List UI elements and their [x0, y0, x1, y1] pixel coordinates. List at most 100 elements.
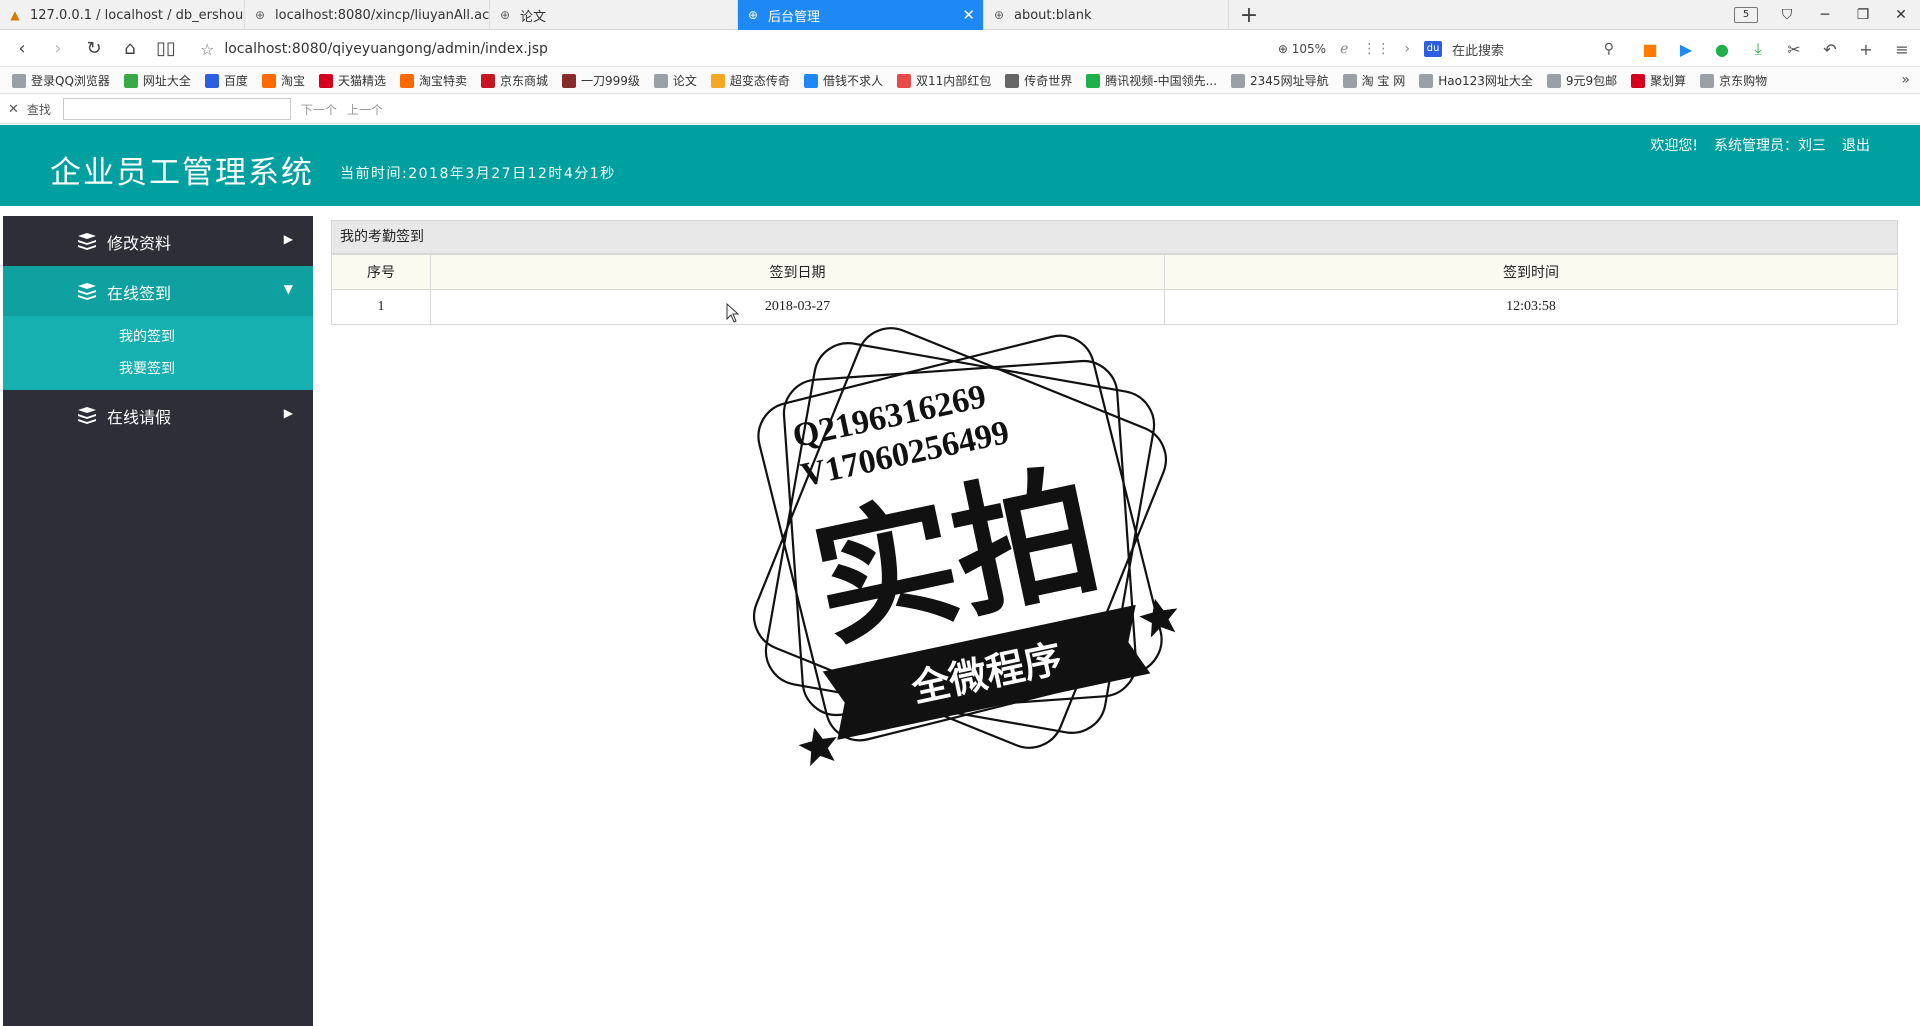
undo-icon[interactable]: ↶	[1812, 40, 1848, 59]
chevron-right-icon[interactable]: ›	[1404, 41, 1410, 57]
sidebar-item-label: 在线请假	[107, 408, 172, 427]
stack-icon	[78, 407, 96, 424]
apps-icon[interactable]: ⋮⋮	[1362, 41, 1390, 57]
skin-icon[interactable]: ⛉	[1768, 7, 1806, 23]
sidebar-item-online-leave[interactable]: 在线请假 ▶	[3, 390, 313, 440]
baidu-icon[interactable]: du	[1424, 41, 1442, 57]
bookmark-item[interactable]: 论文	[653, 72, 697, 89]
bookmark-label: 淘宝特卖	[418, 74, 467, 88]
reader-icon[interactable]: ▯▯	[148, 38, 184, 59]
close-icon[interactable]: ✕	[962, 6, 975, 24]
bookmark-item[interactable]: 9元9包邮	[1546, 72, 1617, 89]
bookmark-item[interactable]: 百度	[204, 72, 248, 89]
logout-link[interactable]: 退出	[1842, 135, 1870, 155]
current-user: 系统管理员：刘三	[1714, 138, 1826, 154]
zoom-level[interactable]: ⊕ 105%	[1278, 42, 1326, 56]
star-icon[interactable]: ☆	[200, 40, 214, 59]
bookmark-item[interactable]: 天猫精选	[318, 72, 386, 89]
bookmark-item[interactable]: 双11内部红包	[896, 72, 992, 89]
bookmark-icon	[399, 73, 414, 88]
bookmark-item[interactable]: 2345网址导航	[1231, 72, 1329, 89]
bookmark-item[interactable]: 借钱不求人	[803, 72, 883, 89]
column-header: 序号	[331, 254, 431, 290]
bookmark-item[interactable]: 淘宝特卖	[399, 72, 467, 89]
url-text[interactable]: localhost:8080/qiyeyuangong/admin/index.…	[224, 41, 548, 57]
play-icon[interactable]: ▶	[1668, 40, 1704, 59]
browser-tab-bar: ▲ 127.0.0.1 / localhost / db_ershouch ⊕ …	[0, 0, 1920, 30]
bookmark-item[interactable]: 传奇世界	[1005, 72, 1072, 89]
plus-icon[interactable]: +	[1848, 40, 1884, 59]
globe-icon: ⊕	[254, 8, 266, 22]
tab-count-badge[interactable]: 5	[1734, 7, 1758, 23]
search-placeholder: 在此搜索	[1452, 43, 1505, 59]
tab-liuyan[interactable]: ⊕ localhost:8080/xincp/liuyanAll.actio	[245, 0, 490, 30]
bookmark-icon	[261, 73, 276, 88]
bookmark-label: 京东商城	[499, 74, 548, 88]
tab-admin[interactable]: ⊕ 后台管理 ✕	[738, 0, 984, 30]
find-next-button[interactable]: 下一个	[301, 101, 337, 118]
search-box[interactable]: du 在此搜索 ⚲	[1424, 37, 1614, 61]
bookmark-item[interactable]: 淘 宝 网	[1342, 72, 1405, 89]
bookmark-item[interactable]: 超变态传奇	[710, 72, 790, 89]
column-header: 签到时间	[1164, 254, 1898, 290]
bookmark-item[interactable]: 登录QQ浏览器	[12, 72, 110, 89]
sidebar: 修改资料 ▶ 在线签到 ▼ 我的签到 我要签到 在线请假 ▶	[3, 216, 313, 1026]
forward-icon[interactable]: ›	[40, 38, 76, 59]
back-icon[interactable]: ‹	[4, 38, 40, 59]
bookmark-item[interactable]: 京东商城	[480, 72, 548, 89]
reload-icon[interactable]: ↻	[76, 38, 112, 59]
download-icon[interactable]: ⤓	[1740, 39, 1776, 59]
bookmark-item[interactable]: 一刀999级	[562, 72, 640, 89]
search-icon[interactable]: ⚲	[1604, 41, 1614, 57]
bookmark-label: 一刀999级	[581, 74, 640, 88]
bookmark-icon	[1700, 73, 1715, 88]
sidebar-item-online-checkin[interactable]: 在线签到 ▼	[3, 266, 313, 316]
globe-icon: ⊕	[499, 8, 511, 22]
caret-right-icon: ▶	[283, 232, 293, 246]
table-header-row: 序号 签到日期 签到时间	[331, 254, 1898, 290]
bookmark-item[interactable]: Hao123网址大全	[1419, 72, 1533, 89]
close-window-button[interactable]: ✕	[1882, 7, 1920, 23]
globe-icon: ⊕	[993, 8, 1005, 22]
bookmark-item[interactable]: 腾讯视频-中国领先...	[1086, 72, 1217, 89]
stack-icon	[78, 233, 96, 250]
bookmark-icon	[123, 73, 138, 88]
star-icon	[1139, 598, 1178, 638]
find-prev-button[interactable]: 上一个	[347, 101, 383, 118]
user-bar: 欢迎您! 系统管理员：刘三 退出	[1650, 135, 1870, 155]
bookmark-item[interactable]: 京东购物	[1700, 72, 1767, 89]
tab-title: localhost:8080/xincp/liuyanAll.actio	[275, 7, 490, 23]
menu-icon[interactable]: ≡	[1884, 40, 1920, 59]
bookmark-item[interactable]: 聚划算	[1631, 72, 1686, 89]
submenu-item-check-in[interactable]: 我要签到	[3, 359, 313, 391]
bookmark-label: 天猫精选	[337, 74, 386, 88]
bookmark-item[interactable]: 淘宝	[261, 72, 305, 89]
cell-time: 12:03:58	[1164, 289, 1898, 325]
close-icon[interactable]: ✕	[8, 102, 19, 117]
submenu-item-my-checkins[interactable]: 我的签到	[3, 327, 313, 359]
watermark-stamp: Q2196316269 V17060256499 实拍 全微程序	[753, 327, 1178, 767]
bookmark-item[interactable]: 网址大全	[123, 72, 191, 89]
stack-icon	[78, 283, 96, 300]
bookmark-icon	[1631, 73, 1646, 88]
submenu-checkin: 我的签到 我要签到	[3, 316, 313, 390]
new-tab-button[interactable]: +	[1229, 0, 1269, 30]
find-input[interactable]	[62, 98, 291, 120]
home-icon[interactable]: ⌂	[112, 38, 148, 59]
bookmark-label: 双11内部红包	[915, 74, 992, 88]
video-icon[interactable]: ■	[1632, 40, 1668, 59]
tab-phpmyadmin[interactable]: ▲ 127.0.0.1 / localhost / db_ershouch	[0, 0, 245, 30]
tab-blank[interactable]: ⊕ about:blank	[984, 0, 1229, 30]
minimize-button[interactable]: ─	[1806, 7, 1844, 23]
ie-compat-icon[interactable]: ℯ	[1340, 41, 1348, 57]
scissors-icon[interactable]: ✂	[1776, 40, 1812, 59]
sidebar-item-edit-profile[interactable]: 修改资料 ▶	[3, 216, 313, 266]
tab-title: 127.0.0.1 / localhost / db_ershouch	[30, 7, 245, 23]
bookmark-label: 网址大全	[142, 74, 191, 88]
wechat-icon[interactable]: ●	[1704, 40, 1740, 59]
tab-lunwen[interactable]: ⊕ 论文	[490, 0, 738, 30]
restore-button[interactable]: ❐	[1844, 7, 1882, 23]
more-bookmarks-icon[interactable]: »	[1901, 72, 1910, 88]
address-bar[interactable]: ☆ localhost:8080/qiyeyuangong/admin/inde…	[200, 31, 548, 67]
find-label: 查找	[26, 102, 51, 117]
